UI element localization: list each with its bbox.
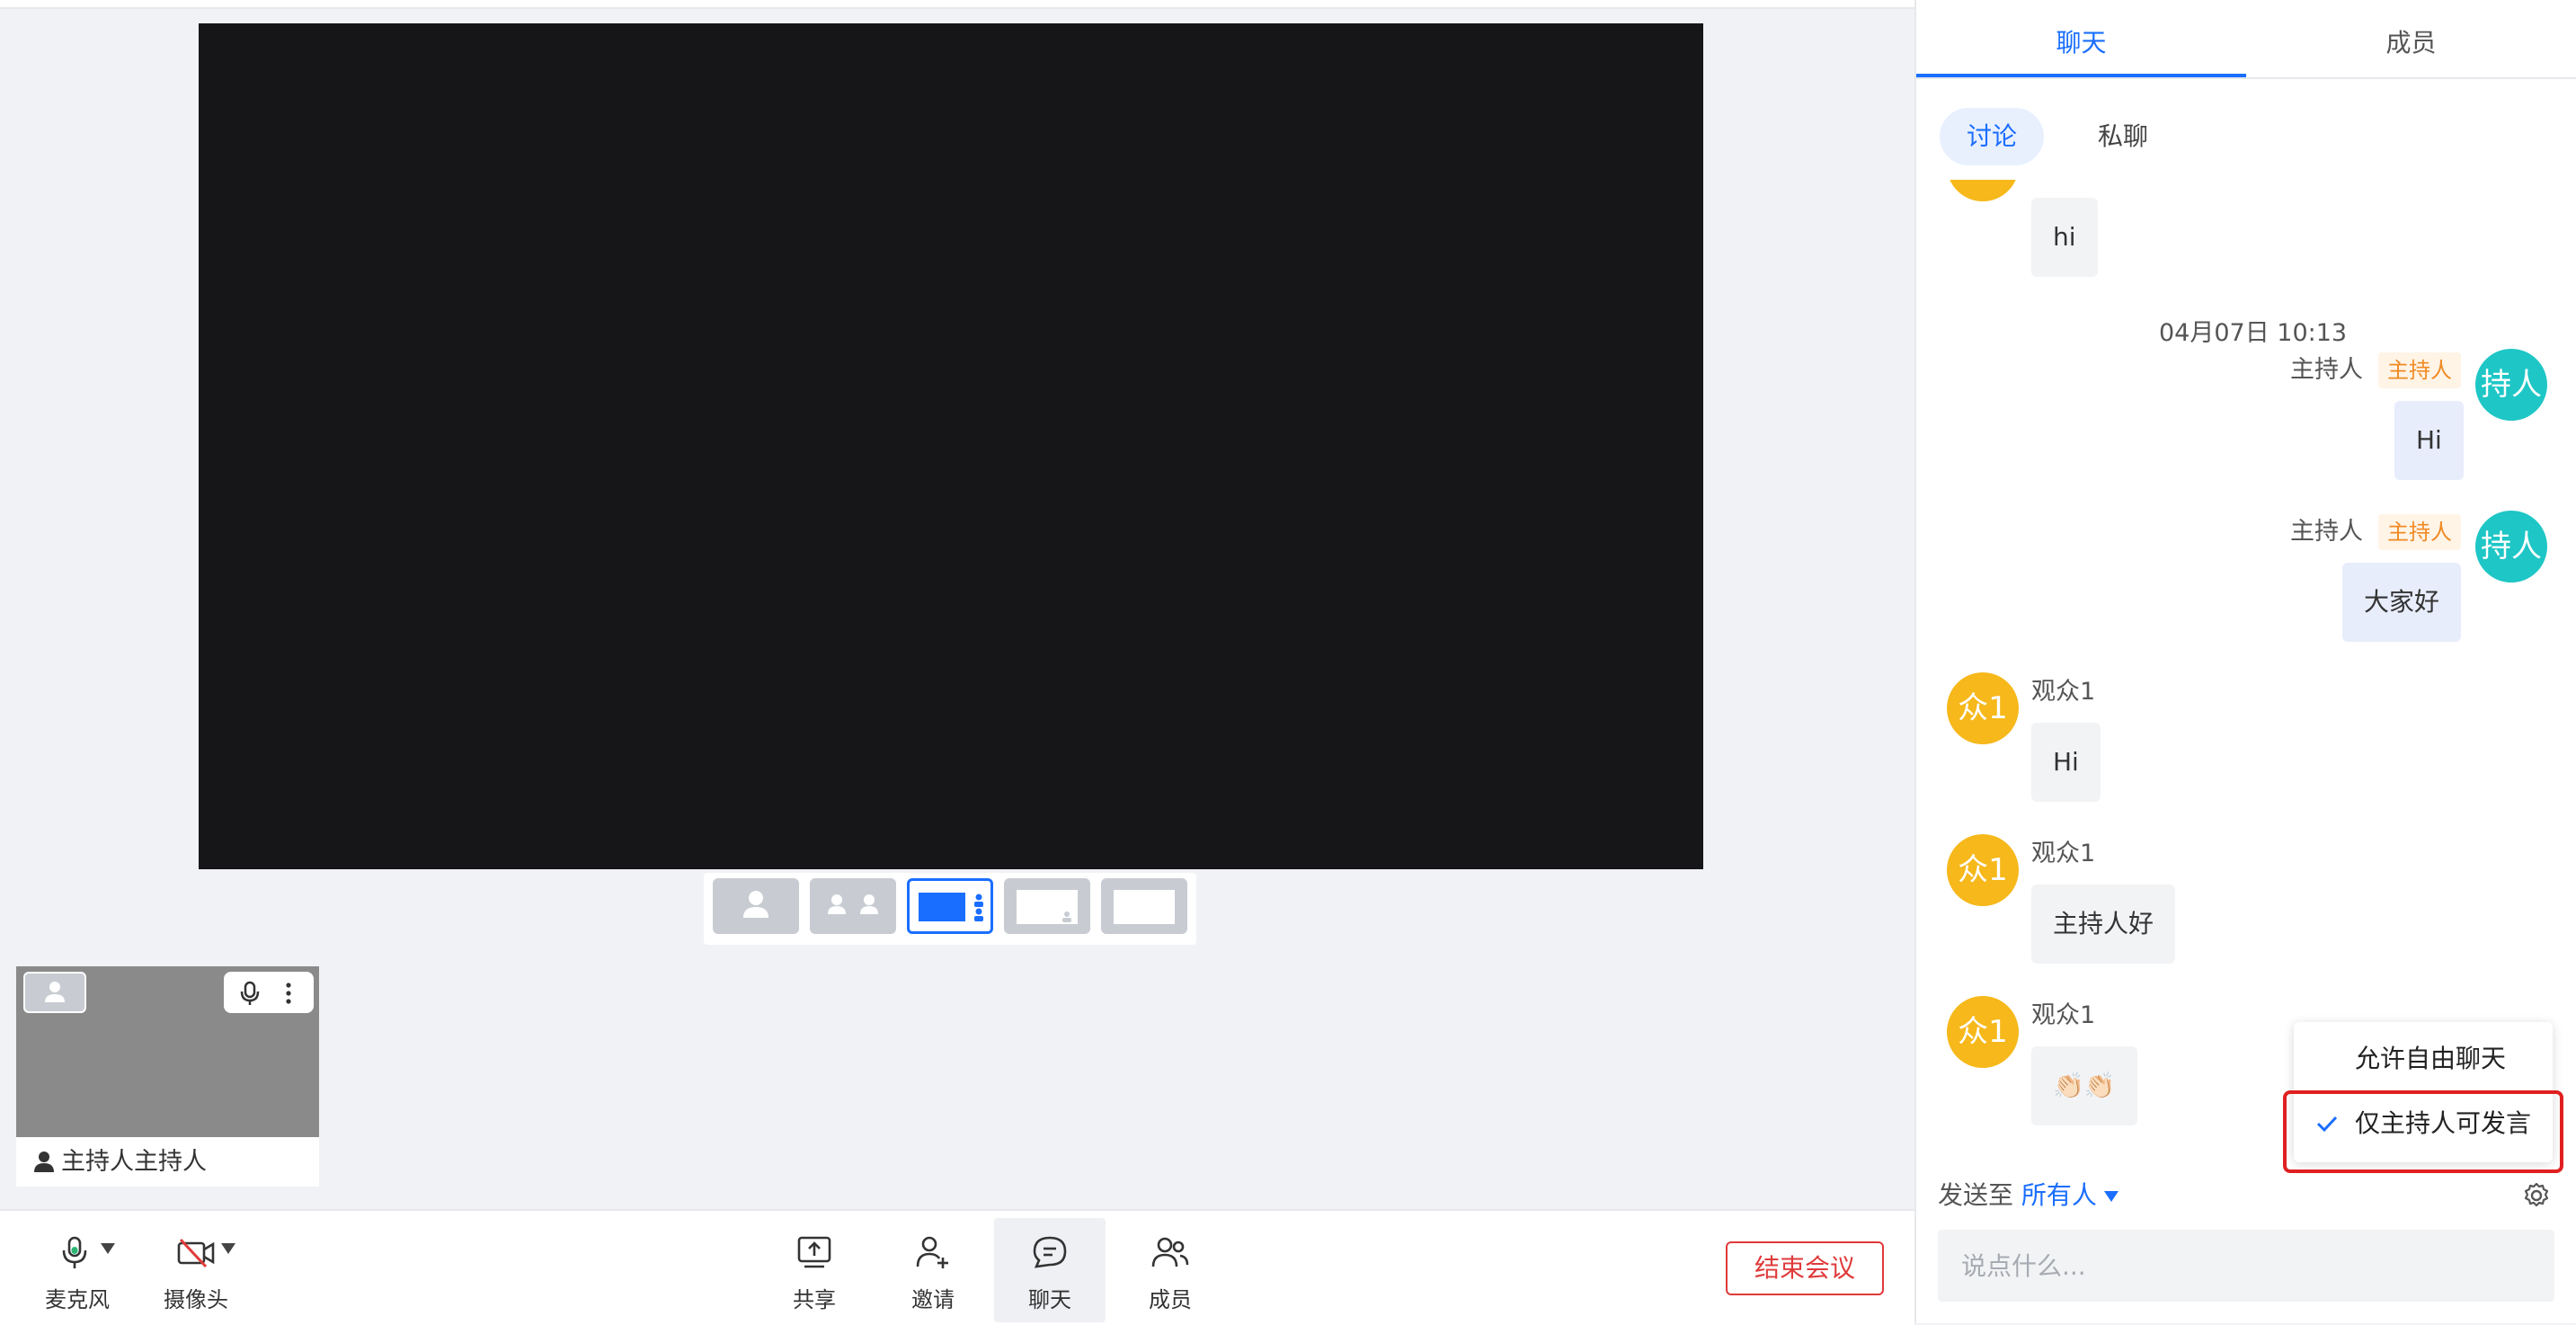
message-bubble: 主持人好 (2031, 885, 2176, 964)
avatar (1947, 180, 2019, 201)
speaker-sidebar-icon (919, 893, 983, 921)
share-label: 共享 (793, 1287, 836, 1312)
message-list[interactable]: hi 04月07日 10:13 主持人 主持人 持人 Hi 主持人 主持人 持人… (1916, 180, 2576, 1151)
message-bubble: Hi (2031, 723, 2101, 802)
invite-button[interactable]: 邀请 (877, 1218, 989, 1322)
mic-button[interactable]: 麦克风 (22, 1218, 133, 1322)
menu-item-label: 允许自由聊天 (2355, 1044, 2507, 1073)
layout-option-two-grid[interactable] (810, 878, 896, 934)
end-meeting-button[interactable]: 结束会议 (1726, 1241, 1884, 1295)
sender-name: 主持人 (2290, 356, 2363, 384)
host-badge: 主持人 (2378, 514, 2461, 550)
gear-icon[interactable] (2522, 1181, 2551, 1210)
panel-tabs: 聊天 成员 (1916, 0, 2576, 79)
add-user-icon (916, 1236, 948, 1268)
sender-name: 观众1 (2031, 678, 2096, 706)
mic-icon[interactable] (238, 981, 262, 1006)
avatar: 众1 (1947, 834, 2019, 906)
person-icon (23, 972, 86, 1013)
members-button[interactable]: 成员 (1115, 1218, 1226, 1322)
layout-option-single[interactable] (713, 878, 799, 934)
camera-dropdown-caret[interactable] (221, 1243, 235, 1254)
thumbnail-tools (224, 972, 314, 1013)
invite-label: 邀请 (911, 1287, 955, 1312)
chat-icon (1033, 1236, 1067, 1268)
send-to-target[interactable]: 所有人 (2021, 1180, 2097, 1210)
message-bubble: Hi (2394, 401, 2464, 480)
camera-off-icon (177, 1238, 215, 1268)
camera-label: 摄像头 (164, 1287, 228, 1312)
message-bubble: 👏🏻👏🏻 (2031, 1046, 2137, 1125)
tab-members[interactable]: 成员 (2246, 0, 2576, 77)
tab-chat[interactable]: 聊天 (1916, 0, 2246, 77)
send-to-selector[interactable]: 发送至 所有人 (1938, 1178, 2119, 1214)
person-icon (34, 1152, 54, 1172)
local-participant-label: 主持人主持人 (61, 1148, 207, 1176)
chat-button[interactable]: 聊天 (994, 1218, 1106, 1322)
avatar: 持人 (2475, 349, 2547, 421)
message-bubble: 大家好 (2342, 563, 2462, 642)
host-badge: 主持人 (2378, 352, 2461, 388)
send-to-label: 发送至 (1938, 1180, 2014, 1210)
highlight-box (2283, 1090, 2563, 1173)
members-icon (1151, 1237, 1189, 1267)
mic-dropdown-caret[interactable] (101, 1243, 115, 1254)
chat-label: 聊天 (1028, 1287, 1071, 1312)
person-icon (743, 891, 768, 918)
local-video-thumbnail[interactable]: 主持人主持人 (16, 966, 319, 1187)
mic-label: 麦克风 (45, 1287, 110, 1312)
picture-in-picture-icon (1017, 890, 1078, 924)
message-timestamp: 04月07日 10:13 (2159, 319, 2348, 347)
sender-name: 观众1 (2031, 840, 2096, 867)
local-participant-name: 主持人主持人 (34, 1144, 207, 1180)
top-divider (0, 0, 1914, 9)
message-bubble: hi (2031, 198, 2098, 277)
fullscreen-icon (1114, 890, 1175, 924)
subtab-private[interactable]: 私聊 (2071, 108, 2175, 165)
local-video-feed (16, 966, 319, 1137)
share-button[interactable]: 共享 (759, 1218, 870, 1322)
subtab-discussion[interactable]: 讨论 (1940, 108, 2045, 165)
members-label: 成员 (1149, 1287, 1192, 1312)
menu-item-allow-free-chat[interactable]: 允许自由聊天 (2294, 1029, 2553, 1089)
sender-name: 主持人 (2290, 518, 2363, 546)
avatar: 众1 (1947, 672, 2019, 744)
meeting-toolbar: 麦克风 摄像头 共享 邀请 聊天 成员 结束会议 (0, 1209, 1914, 1325)
more-vertical-icon[interactable] (281, 981, 296, 1006)
sender-name: 观众1 (2031, 1001, 2096, 1029)
layout-switcher (704, 873, 1196, 945)
mic-icon (62, 1236, 87, 1268)
chat-input[interactable] (1938, 1230, 2554, 1302)
layout-option-speaker-sidebar[interactable] (907, 878, 993, 934)
layout-option-fullscreen[interactable] (1101, 878, 1187, 934)
caret-down-icon[interactable] (2103, 1191, 2119, 1202)
share-screen-icon (797, 1236, 831, 1268)
active-tab-indicator (1916, 74, 2246, 77)
main-video-area (199, 23, 1703, 869)
avatar: 持人 (2475, 511, 2547, 582)
avatar: 众1 (1947, 996, 2019, 1068)
two-person-icon (828, 894, 878, 914)
layout-option-pip[interactable] (1004, 878, 1090, 934)
camera-button[interactable]: 摄像头 (140, 1218, 252, 1322)
